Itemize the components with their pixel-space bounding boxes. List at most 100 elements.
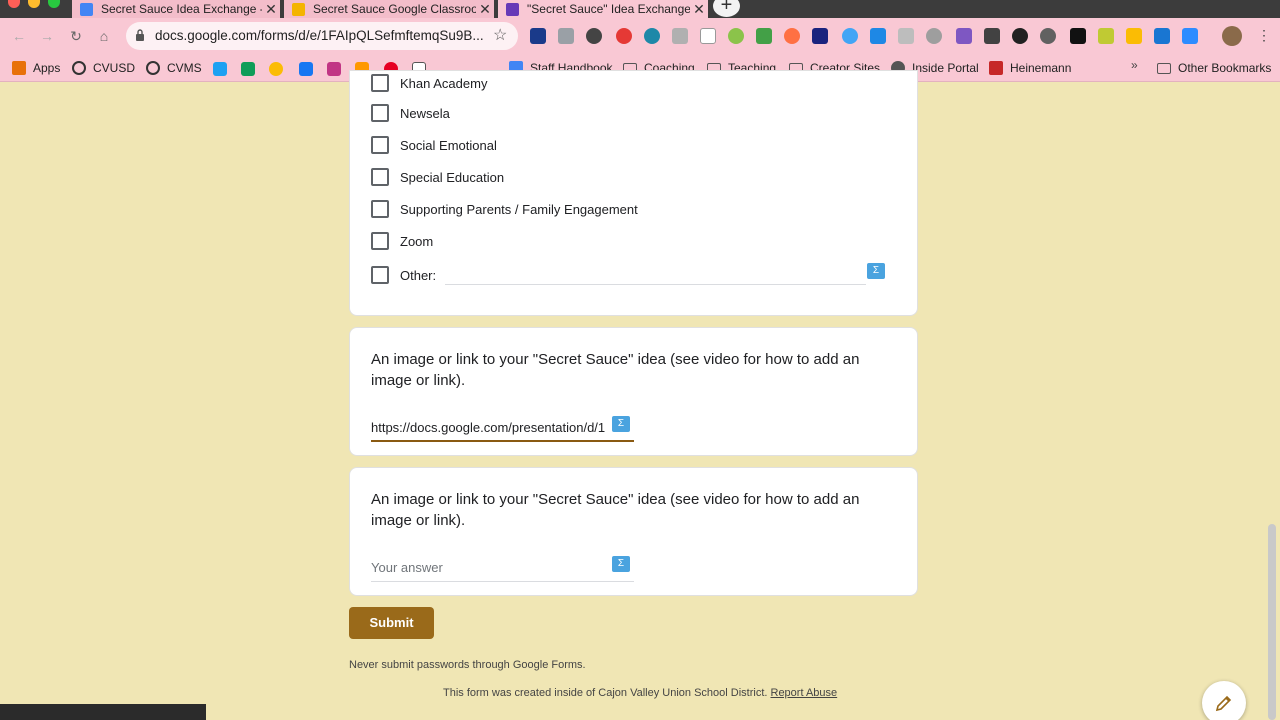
twitter-icon[interactable] bbox=[213, 62, 227, 76]
new-tab-button[interactable]: + bbox=[713, 0, 740, 17]
option-social-emotional[interactable]: Social Emotional bbox=[371, 136, 497, 154]
extension-icon[interactable] bbox=[1154, 28, 1170, 44]
option-newsela[interactable]: Newsela bbox=[371, 104, 450, 122]
browser-toolbar: ← → ↻ ⌂ docs.google.com/forms/d/e/1FAIpQ… bbox=[0, 18, 1280, 54]
option-label: Other: bbox=[400, 267, 437, 283]
extension-icon[interactable] bbox=[672, 28, 688, 44]
extension-icon[interactable] bbox=[784, 28, 800, 44]
back-icon[interactable]: ← bbox=[9, 26, 29, 46]
extension-icon[interactable] bbox=[984, 28, 1000, 44]
tab-strip: Secret Sauce Idea Exchange - ✕ Secret Sa… bbox=[0, 0, 1280, 18]
question-card-link-1: An image or link to your "Secret Sauce" … bbox=[349, 327, 918, 456]
profile-avatar[interactable] bbox=[1222, 26, 1242, 46]
heinemann-icon bbox=[989, 61, 1003, 75]
url-text: docs.google.com/forms/d/e/1FAIpQLSefmfte… bbox=[155, 28, 484, 43]
extension-icon[interactable] bbox=[812, 28, 828, 44]
pencil-icon bbox=[1215, 695, 1232, 712]
page-scrollbar[interactable] bbox=[1268, 524, 1276, 720]
bookmark-cvusd[interactable]: CVUSD bbox=[72, 59, 135, 77]
extension-icon[interactable] bbox=[586, 28, 602, 44]
extension-icon[interactable] bbox=[898, 28, 914, 44]
checkbox[interactable] bbox=[371, 136, 389, 154]
drive-icon[interactable] bbox=[1126, 28, 1142, 44]
bookmark-star-icon[interactable]: ☆ bbox=[493, 25, 507, 45]
option-special-education[interactable]: Special Education bbox=[371, 168, 504, 186]
checkbox[interactable] bbox=[371, 104, 389, 122]
tab-title: Secret Sauce Idea Exchange - bbox=[101, 2, 262, 16]
edit-button[interactable] bbox=[1202, 681, 1246, 720]
lock-icon bbox=[136, 29, 144, 41]
bookmark-cvms[interactable]: CVMS bbox=[146, 59, 202, 77]
window-minimize-button[interactable] bbox=[28, 0, 40, 8]
facebook-icon[interactable] bbox=[299, 62, 313, 76]
checkbox[interactable] bbox=[371, 266, 389, 284]
answer-input[interactable]: https://docs.google.com/presentation/d/1 bbox=[371, 420, 634, 442]
checkbox[interactable] bbox=[371, 232, 389, 250]
extension-icon[interactable] bbox=[926, 28, 942, 44]
cvusd-icon bbox=[72, 61, 86, 75]
tab-secret-sauce-exchange[interactable]: Secret Sauce Idea Exchange - ✕ bbox=[72, 0, 280, 18]
tab-google-classroom[interactable]: Secret Sauce Google Classroo ✕ bbox=[284, 0, 494, 18]
option-supporting-parents[interactable]: Supporting Parents / Family Engagement bbox=[371, 200, 638, 218]
cvms-icon bbox=[146, 61, 160, 75]
extension-icon[interactable] bbox=[1040, 28, 1056, 44]
extension-icon[interactable] bbox=[870, 28, 886, 44]
extension-icon[interactable] bbox=[842, 28, 858, 44]
forward-icon[interactable]: → bbox=[37, 26, 57, 46]
extension-icon[interactable] bbox=[700, 28, 716, 44]
close-icon[interactable]: ✕ bbox=[262, 1, 280, 18]
folder-icon bbox=[1157, 62, 1171, 74]
answer-input[interactable]: Your answer bbox=[371, 560, 634, 582]
extension-icon[interactable] bbox=[1098, 28, 1114, 44]
close-icon[interactable]: ✕ bbox=[690, 1, 708, 18]
reload-icon[interactable]: ↻ bbox=[66, 26, 86, 46]
address-bar[interactable]: docs.google.com/forms/d/e/1FAIpQLSefmfte… bbox=[126, 22, 518, 50]
slides-icon bbox=[292, 2, 305, 16]
extension-icon[interactable] bbox=[728, 28, 744, 44]
bookmark-heinemann[interactable]: Heinemann bbox=[989, 59, 1071, 77]
extension-icon[interactable] bbox=[756, 28, 772, 44]
home-icon[interactable]: ⌂ bbox=[94, 26, 114, 46]
option-label: Special Education bbox=[400, 169, 505, 185]
checkbox[interactable] bbox=[371, 168, 389, 186]
equation-icon[interactable]: Σ bbox=[612, 416, 630, 432]
extension-icon[interactable] bbox=[1012, 28, 1028, 44]
other-text-input[interactable] bbox=[445, 284, 866, 285]
bookmark-label: CVUSD bbox=[93, 61, 136, 75]
window-zoom-button[interactable] bbox=[48, 0, 60, 8]
question-title: An image or link to your "Secret Sauce" … bbox=[371, 351, 860, 389]
checkbox[interactable] bbox=[371, 200, 389, 218]
extension-icon[interactable] bbox=[644, 28, 660, 44]
bookmarks-overflow-icon[interactable]: » bbox=[1131, 58, 1138, 72]
extension-icon[interactable] bbox=[1070, 28, 1086, 44]
password-warning: Never submit passwords through Google Fo… bbox=[349, 659, 586, 671]
drive-icon bbox=[80, 2, 93, 16]
bookmark-label: Heinemann bbox=[1010, 61, 1072, 75]
footer-text: This form was created inside of Cajon Va… bbox=[443, 687, 768, 699]
bookmark-other-bookmarks[interactable]: Other Bookmarks bbox=[1157, 59, 1271, 77]
bookmark-apps[interactable]: Apps bbox=[12, 59, 60, 77]
classroom-icon[interactable] bbox=[241, 62, 255, 76]
extension-icon[interactable] bbox=[558, 28, 574, 44]
bulb-icon[interactable] bbox=[269, 62, 283, 76]
window-close-button[interactable] bbox=[8, 0, 20, 8]
equation-icon[interactable]: Σ bbox=[867, 263, 885, 279]
option-label: Khan Academy bbox=[400, 75, 488, 91]
checkbox[interactable] bbox=[371, 74, 389, 92]
report-abuse-link[interactable]: Report Abuse bbox=[771, 687, 838, 699]
menu-kebab-icon[interactable]: ⋮ bbox=[1257, 27, 1271, 44]
option-zoom[interactable]: Zoom bbox=[371, 232, 433, 250]
extension-icon[interactable] bbox=[616, 28, 632, 44]
extension-icon[interactable] bbox=[530, 28, 546, 44]
zoom-icon[interactable] bbox=[1182, 28, 1198, 44]
instagram-icon[interactable] bbox=[327, 62, 341, 76]
option-label: Supporting Parents / Family Engagement bbox=[400, 201, 638, 217]
option-khan-academy[interactable]: Khan Academy bbox=[371, 74, 487, 92]
bookmark-label: Other Bookmarks bbox=[1178, 61, 1272, 75]
close-icon[interactable]: ✕ bbox=[476, 1, 494, 18]
equation-icon[interactable]: Σ bbox=[612, 556, 630, 572]
tab-idea-exchange-form[interactable]: "Secret Sauce" Idea Exchange ✕ bbox=[498, 0, 708, 18]
extension-icon[interactable] bbox=[956, 28, 972, 44]
option-other[interactable]: Other: bbox=[371, 266, 436, 284]
submit-button[interactable]: Submit bbox=[349, 607, 434, 639]
